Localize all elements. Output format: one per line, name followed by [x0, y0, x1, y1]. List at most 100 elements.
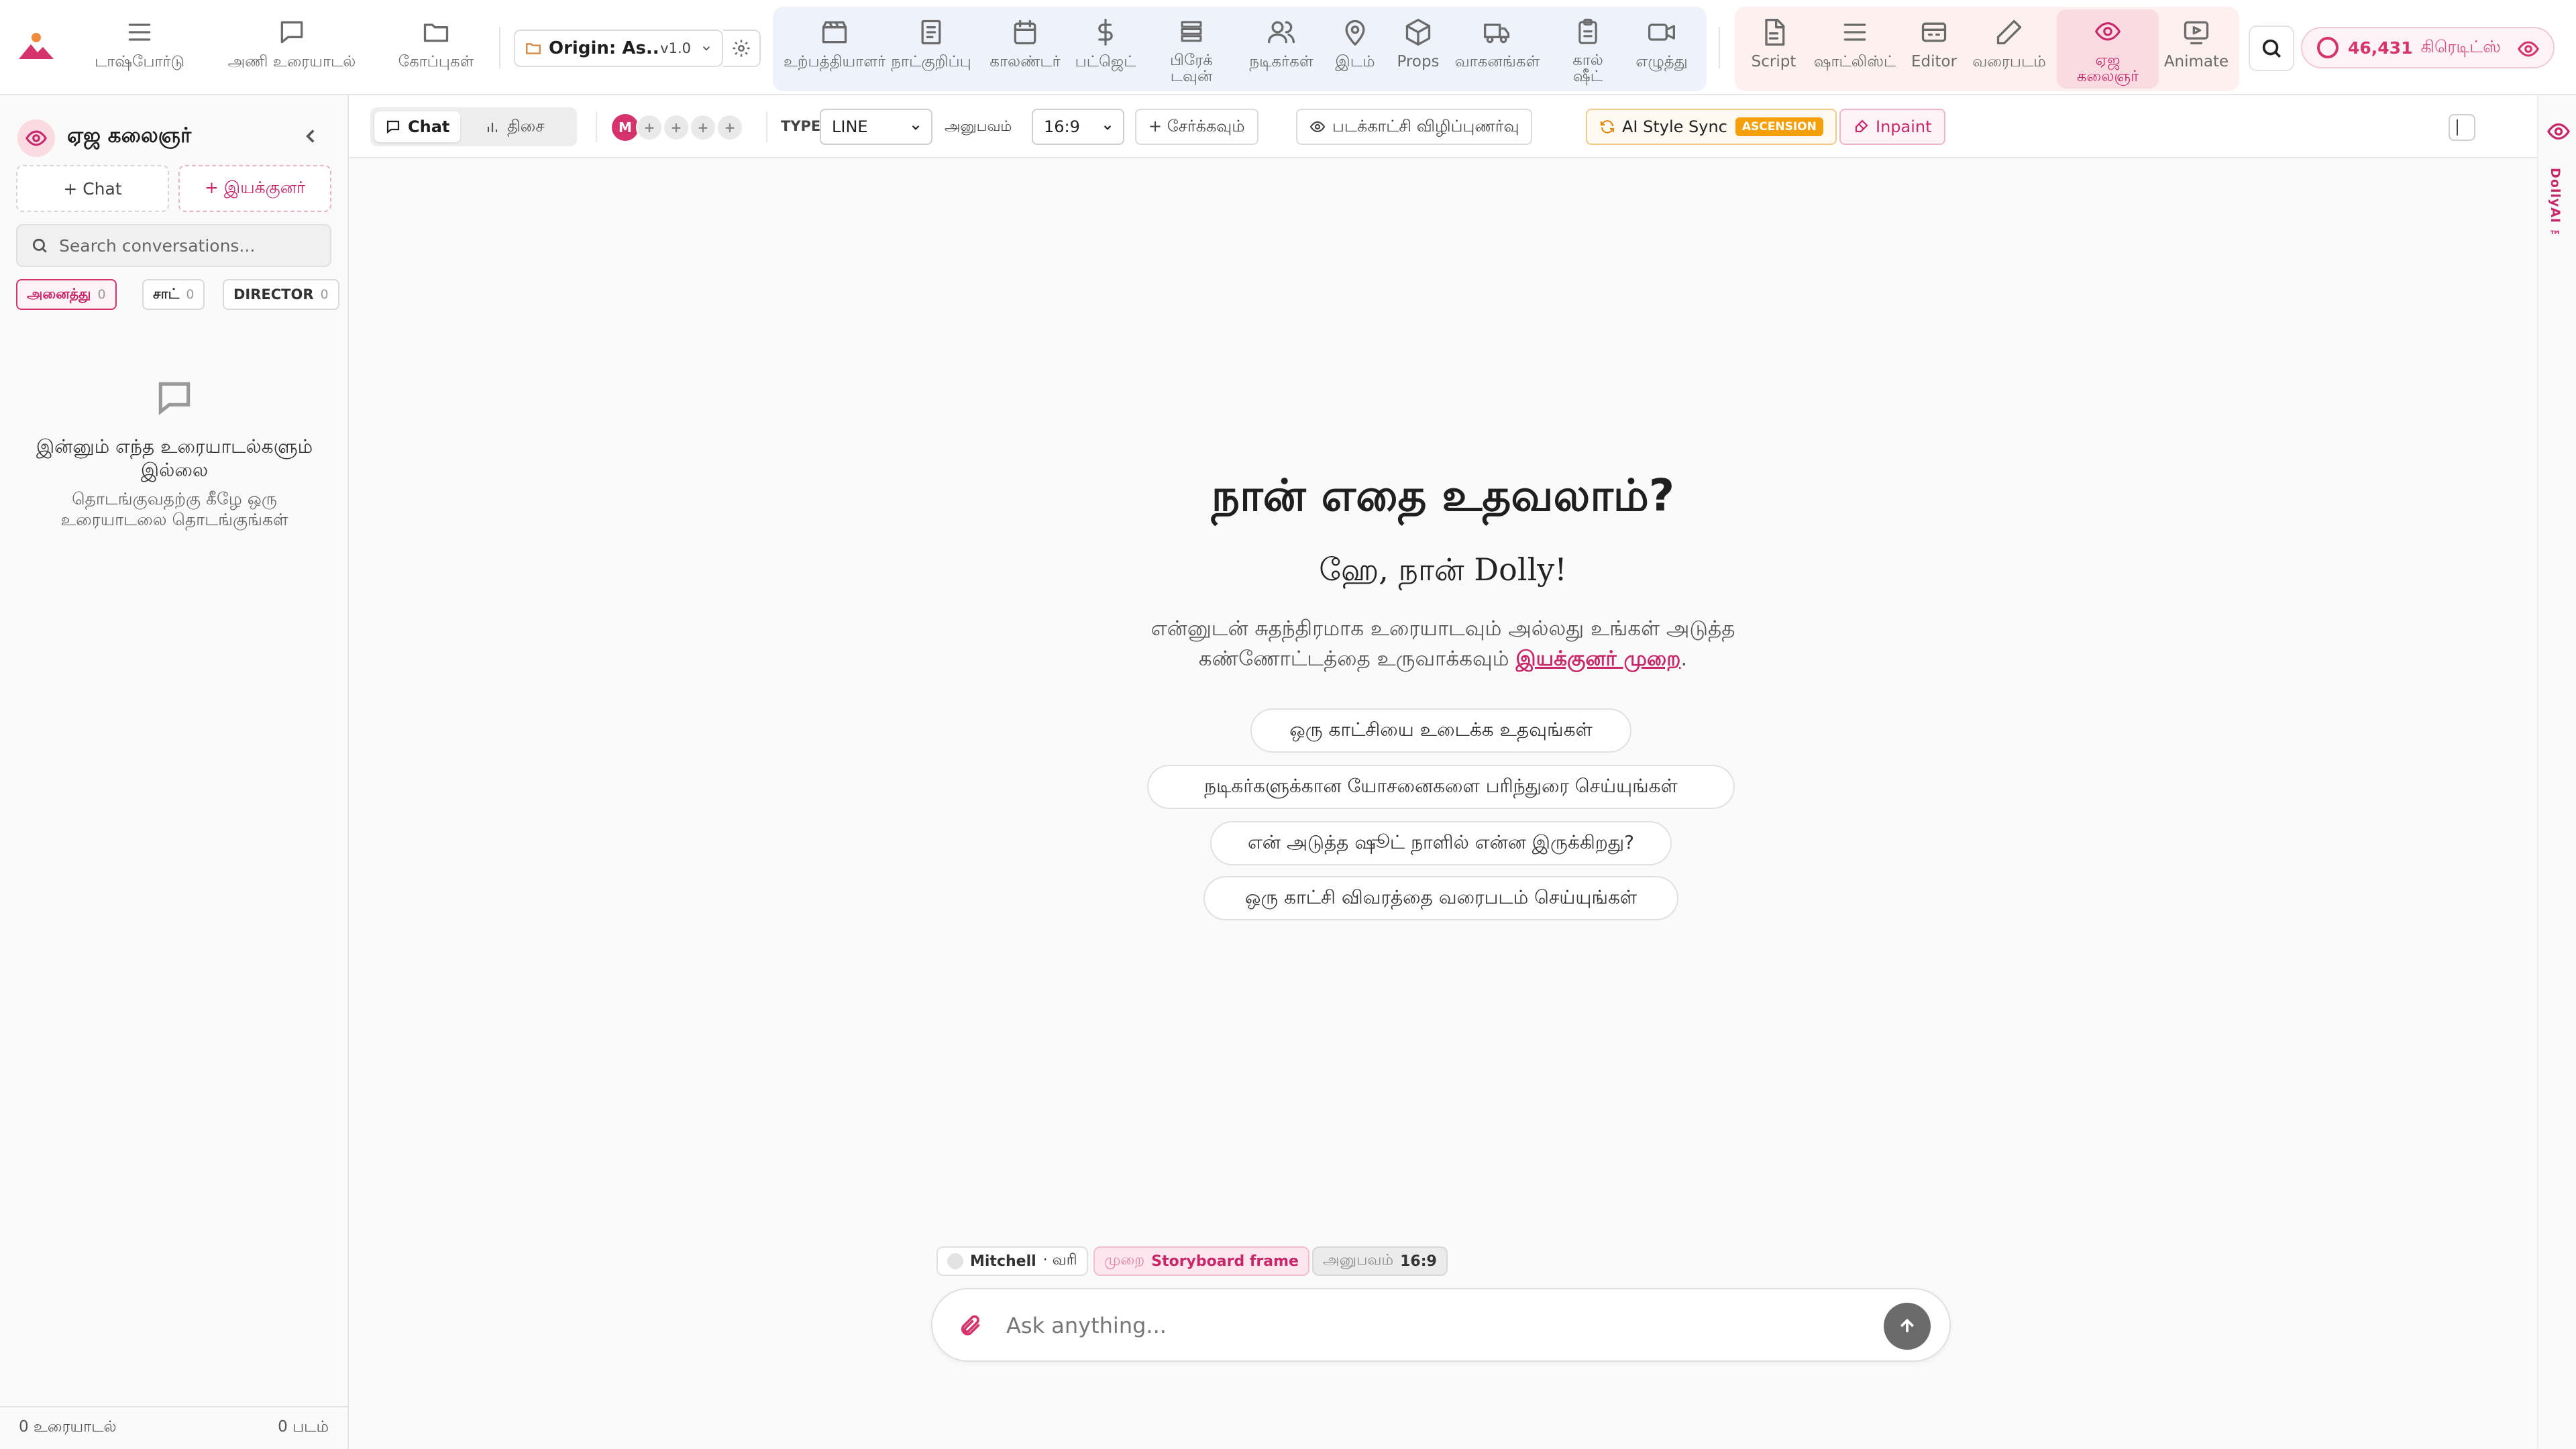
dollar-icon [1098, 19, 1113, 46]
nav-label: வாகனங்கள் [1454, 53, 1540, 70]
message-input[interactable] [1006, 1308, 1811, 1343]
type-value: LINE [832, 117, 868, 136]
chat-bubble-icon [280, 21, 303, 44]
nav-location[interactable]: இடம் [1327, 17, 1383, 85]
nav-files[interactable]: கோப்புகள் [382, 17, 490, 85]
conversation-count: 0 உரையாடல் [19, 1418, 117, 1436]
filter-label: அனைத்து [27, 285, 91, 302]
chevron-left-icon[interactable] [299, 125, 322, 148]
search-conversations[interactable]: Search conversations... [16, 224, 331, 267]
nav-call-sheet[interactable]: கால் ஷீட் [1558, 17, 1618, 85]
paperclip-icon[interactable] [958, 1313, 982, 1338]
project-selector[interactable]: Origin: As... v1.0 [514, 30, 723, 67]
suggestion-chip[interactable]: ஒரு காட்சியை உடைக்க உதவுங்கள் [1250, 708, 1631, 753]
empty-state: இன்னும் எந்த உரையாடல்களும் இல்லை தொடங்கு… [0, 377, 349, 531]
avatar[interactable]: M [612, 114, 639, 141]
nav-journal[interactable]: நாட்குறிப்பு [877, 17, 985, 85]
search-placeholder: Search conversations... [59, 235, 256, 256]
style-sync-label: AI Style Sync [1622, 117, 1727, 136]
mode-value: Storyboard frame [1151, 1252, 1299, 1270]
tab-label: Chat [408, 117, 450, 136]
panel-toggle-icon[interactable] [2449, 114, 2475, 141]
list-icon [1843, 23, 1866, 41]
nav-props[interactable]: Props [1390, 17, 1446, 85]
nav-label: உற்பத்தியாளர் [784, 53, 885, 70]
nav-dashboard[interactable]: டாஷ்போர்டு [86, 17, 193, 85]
brush-icon [1855, 119, 1868, 133]
nav-label: பிரேக் டவுன் [1170, 51, 1213, 85]
nav-editor[interactable]: Editor [1905, 17, 1963, 85]
nav-label: பட்ஜெட் [1075, 53, 1136, 70]
inpaint-label: Inpaint [1876, 117, 1932, 136]
nav-producer[interactable]: உற்பத்தியாளர் [775, 17, 894, 85]
filter-all[interactable]: அனைத்து 0 [16, 279, 117, 310]
user-context-chip[interactable]: Mitchell · வரி [936, 1246, 1088, 1276]
ascension-badge: ASCENSION [1735, 117, 1823, 136]
nav-label: எழுத்து [1635, 53, 1688, 70]
filter-director[interactable]: DIRECTOR 0 [223, 279, 339, 310]
divider [499, 27, 500, 68]
ai-style-sync-button[interactable]: AI Style Sync ASCENSION [1586, 109, 1837, 145]
nav-shotlist[interactable]: ஷாட்லிஸ்ட் [1805, 17, 1905, 85]
new-director-button[interactable]: + இயக்குனர் [178, 165, 331, 212]
image-count: 0 படம் [278, 1418, 329, 1436]
nav-breakdown[interactable]: பிரேக் டவுன் [1151, 17, 1232, 85]
nav-label: இடம் [1335, 53, 1375, 70]
nav-ai-artist[interactable]: ஏஜ கலைஞர் [2059, 17, 2156, 85]
search-icon [32, 238, 47, 253]
add-avatar-button[interactable]: + [663, 114, 690, 141]
global-search-button[interactable] [2249, 25, 2294, 71]
chat-bubble-icon [158, 382, 191, 416]
nav-vehicles[interactable]: வாகனங்கள் [1450, 17, 1544, 85]
tab-chat[interactable]: Chat [374, 111, 461, 142]
nav-budget[interactable]: பட்ஜெட் [1059, 17, 1152, 85]
nav-team-chat[interactable]: அணி உரையாடல் [208, 17, 376, 85]
add-avatar-button[interactable]: + [636, 114, 663, 141]
layers-icon [1181, 21, 1202, 42]
page-title: நான் எதை உதவலாம்? [1211, 470, 1675, 521]
mode-context-chip[interactable]: முறை Storyboard frame [1093, 1246, 1309, 1276]
nav-cast[interactable]: நடிகர்கள் [1234, 17, 1328, 85]
aspect-context-chip[interactable]: அனுபவம் 16:9 [1312, 1246, 1448, 1276]
type-select[interactable]: LINE [820, 109, 932, 145]
project-settings-button[interactable] [723, 30, 761, 67]
nav-animate[interactable]: Animate [2161, 17, 2231, 85]
suggestion-chip[interactable]: என் அடுத்த ஷூட் நாளில் என்ன இருக்கிறது? [1210, 821, 1672, 865]
add-button[interactable]: + சேர்க்கவும் [1135, 109, 1258, 145]
app-logo[interactable] [17, 31, 55, 62]
pencil-icon [1996, 19, 2022, 45]
nav-storyboard[interactable]: வரைபடம் [1966, 17, 2053, 85]
notebook-icon [921, 19, 941, 45]
director-mode-link[interactable]: இயக்குனர் முறை [1516, 647, 1681, 671]
aspect-select[interactable]: 16:9 [1032, 109, 1124, 145]
video-camera-icon [1648, 23, 1675, 41]
add-avatar-button[interactable]: + [690, 114, 716, 141]
shot-awareness-button[interactable]: படக்காட்சி விழிப்புணர்வு [1296, 109, 1533, 145]
dolly-rail[interactable]: DollyAI ™ [2537, 95, 2576, 1449]
nav-label: காலண்டர் [989, 53, 1061, 70]
user-name: Mitchell [970, 1252, 1036, 1270]
filter-label: DIRECTOR [233, 286, 314, 303]
nav-writing[interactable]: எழுத்து [1625, 17, 1699, 85]
editor-icon [1921, 22, 1947, 42]
credits-badge[interactable]: 46,431 கிரெடிட்ஸ் [2301, 27, 2555, 68]
project-name: Origin: As... [549, 38, 661, 58]
users-icon [1268, 21, 1295, 44]
eye-icon [2518, 41, 2539, 57]
inpaint-button[interactable]: Inpaint [1839, 109, 1945, 145]
bar-chart-icon [487, 123, 498, 132]
add-avatar-button[interactable]: + [716, 114, 743, 141]
nav-label: கோப்புகள் [398, 53, 474, 70]
map-pin-icon [1345, 19, 1365, 46]
suggestion-chip[interactable]: நடிகர்களுக்கான யோசனைகளை பரிந்துரை செய்யு… [1147, 765, 1735, 809]
new-chat-button[interactable]: + Chat [16, 165, 169, 212]
menu-icon [128, 23, 151, 41]
send-button[interactable] [1884, 1303, 1931, 1350]
tab-direction[interactable]: திசை [474, 111, 555, 142]
filter-chat[interactable]: சாட் 0 [142, 279, 205, 310]
nav-script[interactable]: Script [1743, 17, 1805, 85]
folder-icon [423, 23, 449, 42]
top-bar: டாஷ்போர்டு அணி உரையாடல் கோப்புகள் Origin… [0, 0, 2576, 95]
credits-label: கிரெடிட்ஸ் [2420, 36, 2501, 56]
suggestion-chip[interactable]: ஒரு காட்சி விவரத்தை வரைபடம் செய்யுங்கள் [1203, 876, 1678, 920]
